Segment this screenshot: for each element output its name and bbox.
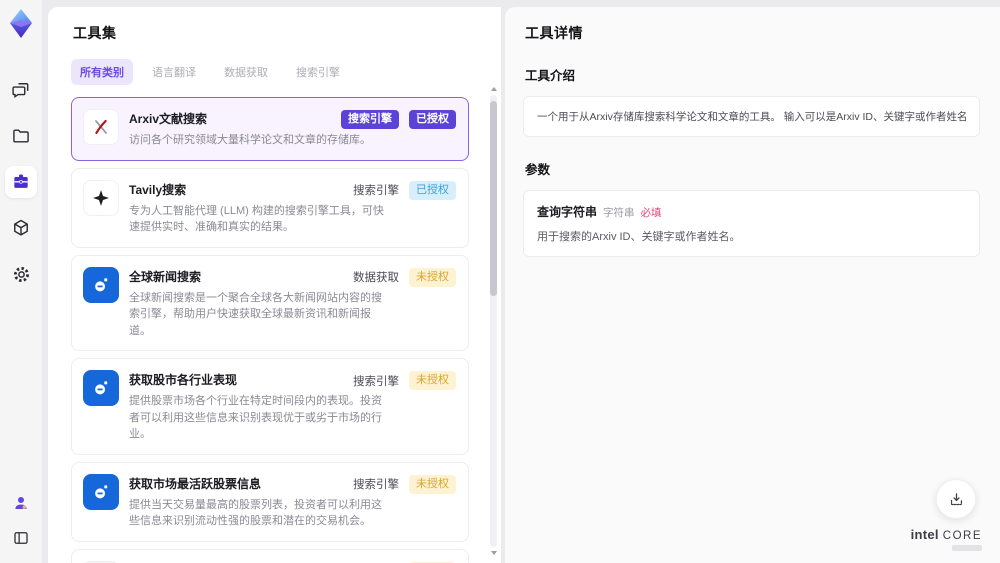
gear-icon (13, 266, 29, 282)
sidebar-item-toolset[interactable] (5, 166, 37, 198)
tab-all-categories[interactable]: 所有类别 (71, 59, 133, 85)
tool-card-tavily[interactable]: Tavily搜索 专为人工智能代理 (LLM) 构建的搜索引擎工具，可快速提供实… (71, 167, 469, 248)
auth-status-badge: 已授权 (409, 180, 456, 200)
tool-card-active-stocks[interactable]: 获取市场最活跃股票信息 提供当天交易量最高的股票列表，投资者可以利用这些信息来识… (71, 461, 469, 542)
category-label: 搜索引擎 (353, 375, 399, 388)
list-scrollbar[interactable] (489, 85, 498, 557)
brand-intel: intel (910, 527, 939, 542)
auth-status-badge: 未授权 (409, 371, 456, 391)
tool-card-sector-performance[interactable]: 获取股市各行业表现 提供股票市场各个行业在特定时间段内的表现。投资者可以利用这些… (71, 358, 469, 455)
scroll-up-arrow[interactable] (489, 85, 498, 93)
scrollbar-thumb[interactable] (490, 101, 497, 296)
tab-data-fetch[interactable]: 数据获取 (215, 59, 277, 85)
tool-description: 全球新闻搜索是一个聚合全球各大新闻网站内容的搜索引擎，帮助用户快速获取全球最新资… (129, 291, 382, 337)
sidebar-item-collapse[interactable] (5, 525, 37, 551)
param-required-flag: 必填 (640, 207, 662, 219)
cube-icon (14, 219, 28, 236)
intro-box: 一个用于从Arxiv存储库搜索科学论文和文章的工具。 输入可以是Arxiv ID… (523, 96, 980, 137)
finance-app-icon (83, 370, 119, 406)
intro-heading: 工具介绍 (525, 69, 576, 83)
page-title: 工具集 (73, 25, 117, 41)
user-avatar-icon (15, 497, 27, 509)
news-app-icon (83, 266, 119, 303)
tab-search-engine[interactable]: 搜索引擎 (287, 59, 349, 85)
params-heading: 参数 (525, 163, 551, 177)
detail-title: 工具详情 (525, 25, 583, 41)
param-box: 查询字符串 字符串 必填 用于搜索的Arxiv ID、关键字或作者姓名。 (523, 190, 980, 257)
download-icon (950, 492, 962, 505)
tool-card-arxiv[interactable]: Arxiv文献搜索 访问各个研究领域大量科学论文和文章的存储库。 搜索引擎 已授… (71, 97, 469, 161)
tool-description: 访问各个研究领域大量科学论文和文章的存储库。 (129, 134, 371, 146)
tool-list[interactable]: Arxiv文献搜索 访问各个研究领域大量科学论文和文章的存储库。 搜索引擎 已授… (71, 97, 487, 563)
tool-description: 提供当天交易量最高的股票列表，投资者可以利用这些信息来识别流动性强的股票和潜在的… (129, 498, 382, 528)
intro-text: 一个用于从Arxiv存储库搜索科学论文和文章的工具。 输入可以是Arxiv ID… (537, 111, 966, 123)
sidebar-item-chat[interactable] (5, 74, 37, 106)
scroll-down-arrow[interactable] (489, 549, 498, 557)
tool-detail-panel: 工具详情 工具介绍 一个用于从Arxiv存储库搜索科学论文和文章的工具。 输入可… (505, 7, 1000, 563)
finance-app-icon (83, 473, 119, 510)
category-label: 数据获取 (353, 272, 399, 285)
brand-core: core (942, 530, 982, 542)
tool-description: 提供股票市场各个行业在特定时间段内的表现。投资者可以利用这些信息来识别表现优于或… (129, 395, 382, 440)
category-label: 搜索引擎 (353, 479, 399, 492)
app-logo-icon (10, 9, 32, 38)
panel-toggle-icon (14, 532, 28, 544)
tab-translation[interactable]: 语言翻译 (143, 59, 205, 85)
folder-icon (13, 129, 29, 143)
sidebar-item-settings[interactable] (5, 258, 37, 290)
tool-card-regional-news[interactable]: 万维地区新闻查询 查询具体行政区划内的新闻，快速了解各地新闻动态。 搜索引擎 未… (71, 548, 469, 563)
tool-description: 专为人工智能代理 (LLM) 构建的搜索引擎工具，可快速提供实时、准确和真实的结… (129, 204, 384, 234)
auth-status-badge: 已授权 (409, 110, 456, 130)
arxiv-logo-icon (83, 109, 119, 145)
param-name: 查询字符串 (537, 205, 598, 219)
sidebar-item-files[interactable] (5, 120, 37, 152)
param-type: 字符串 (603, 207, 635, 219)
toolset-panel: 工具集 所有类别 语言翻译 数据获取 搜索引擎 Arxiv文献搜索 访问各个研究… (48, 7, 501, 563)
sidebar-item-models[interactable] (5, 212, 37, 244)
auth-status-badge: 未授权 (409, 474, 456, 494)
category-badge: 搜索引擎 (341, 110, 399, 130)
auth-status-badge: 未授权 (409, 267, 456, 287)
toolbox-icon (14, 174, 28, 188)
sidebar-item-account[interactable] (5, 491, 37, 515)
category-label: 搜索引擎 (353, 185, 399, 198)
chat-icon (12, 83, 29, 99)
sidebar-nav (5, 74, 37, 290)
tavily-logo-icon (83, 179, 119, 216)
intel-core-logo: intel core (911, 527, 982, 551)
download-button[interactable] (936, 479, 976, 519)
brand-subline (952, 545, 982, 551)
param-description: 用于搜索的Arxiv ID、关键字或作者姓名。 (537, 231, 741, 243)
tool-card-global-news[interactable]: 全球新闻搜索 全球新闻搜索是一个聚合全球各大新闻网站内容的搜索引擎，帮助用户快速… (71, 254, 469, 351)
category-tabs: 所有类别 语言翻译 数据获取 搜索引擎 (71, 59, 487, 85)
app-sidebar (0, 0, 42, 563)
